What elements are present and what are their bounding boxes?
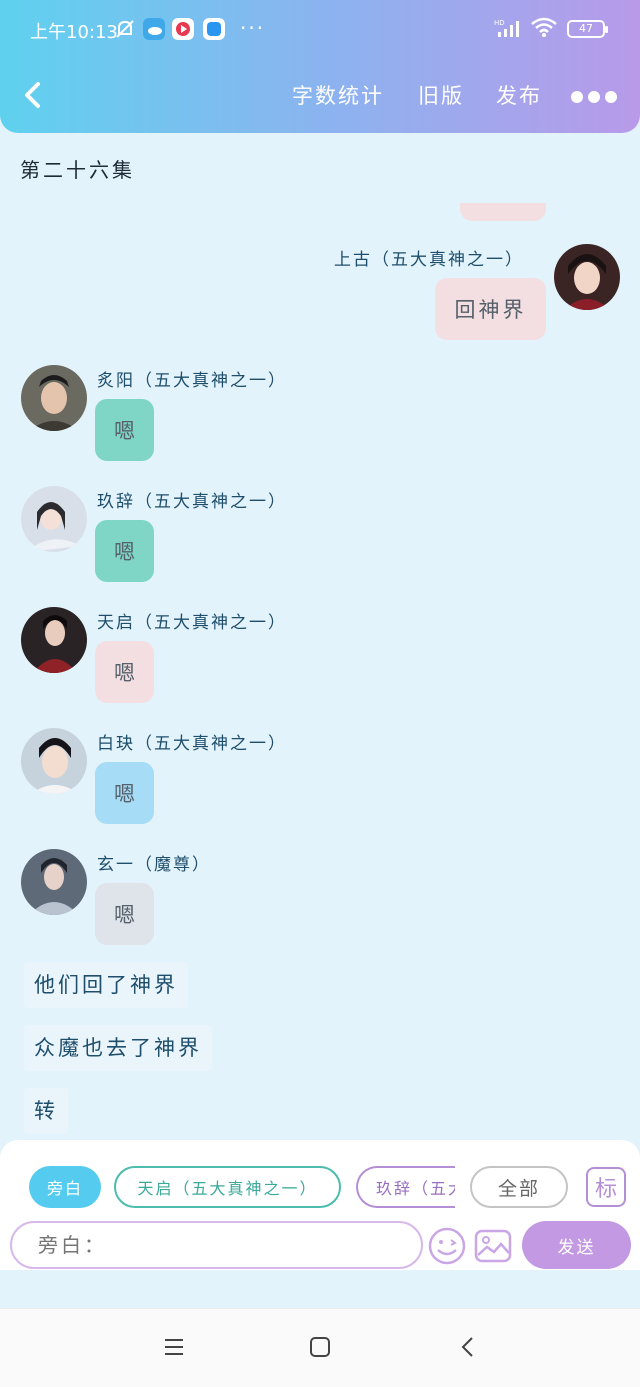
- message-bubble: 嗯: [95, 883, 154, 945]
- status-time: 上午10:13: [30, 22, 118, 43]
- back-icon[interactable]: [456, 1335, 480, 1359]
- image-icon[interactable]: [474, 1227, 512, 1265]
- bell-muted-icon: [116, 20, 134, 38]
- previous-message-bubble: [460, 203, 546, 221]
- message-bubble: 回神界: [435, 278, 546, 340]
- avatar-baijue[interactable]: [21, 728, 87, 794]
- message-bubble: 嗯: [95, 641, 154, 703]
- system-navigation-bar: [0, 1308, 640, 1387]
- avatar-shanggu[interactable]: [554, 244, 620, 310]
- speaker-name: 玄一（魔尊）: [97, 855, 211, 875]
- message-bubble: 嗯: [95, 520, 154, 582]
- speaker-name: 白玦（五大真神之一）: [97, 734, 287, 754]
- emoji-icon[interactable]: [427, 1226, 467, 1266]
- role-chip-jiuci[interactable]: 玖辞（五大真神之一）: [356, 1166, 455, 1208]
- status-bar: 上午10:13 ··· HD 47: [0, 0, 640, 58]
- publish-button[interactable]: 发布: [496, 80, 542, 110]
- more-options-icon[interactable]: [571, 88, 623, 103]
- speaker-name: 上古（五大真神之一）: [334, 250, 524, 270]
- message-bubble: 嗯: [95, 762, 154, 824]
- narration-line: 他们回了神界: [24, 962, 188, 1008]
- home-icon[interactable]: [308, 1335, 332, 1359]
- speaker-name: 炙阳（五大真神之一）: [97, 371, 287, 391]
- role-chip-tianqi[interactable]: 天启（五大真神之一）: [114, 1166, 341, 1208]
- app-header: 上午10:13 ··· HD 47 字数统计 旧版 发布: [0, 0, 640, 133]
- weather-app-icon: [143, 18, 165, 40]
- avatar-zhiyang[interactable]: [21, 365, 87, 431]
- avatar-xuanyi[interactable]: [21, 849, 87, 915]
- speaker-name: 天启（五大真神之一）: [97, 613, 287, 633]
- role-chip-all[interactable]: 全部: [470, 1166, 568, 1208]
- mark-button[interactable]: 标: [586, 1167, 626, 1207]
- avatar-jiuci[interactable]: [21, 486, 87, 552]
- avatar-tianqi[interactable]: [21, 607, 87, 673]
- back-arrow-icon[interactable]: [18, 78, 48, 112]
- word-count-button[interactable]: 字数统计: [292, 80, 384, 110]
- narration-line: 众魔也去了神界: [24, 1025, 212, 1071]
- message-bubble: 嗯: [95, 399, 154, 461]
- speaker-name: 玖辞（五大真神之一）: [97, 492, 287, 512]
- send-button[interactable]: 发送: [522, 1221, 631, 1269]
- role-chip-narration[interactable]: 旁白: [29, 1166, 101, 1208]
- signal-icon: HD: [494, 19, 519, 37]
- episode-title: 第二十六集: [20, 158, 135, 182]
- svg-text:HD: HD: [494, 19, 505, 27]
- video-app-icon: [172, 18, 194, 40]
- wifi-icon: [531, 17, 557, 37]
- old-version-button[interactable]: 旧版: [418, 80, 464, 110]
- narration-line: 转: [24, 1088, 68, 1134]
- menu-icon[interactable]: [162, 1335, 186, 1359]
- message-app-icon: [203, 18, 225, 40]
- panel-spacer: [0, 1270, 640, 1308]
- status-more: ···: [240, 16, 266, 40]
- message-input[interactable]: [10, 1221, 423, 1269]
- battery-indicator: 47: [567, 20, 608, 38]
